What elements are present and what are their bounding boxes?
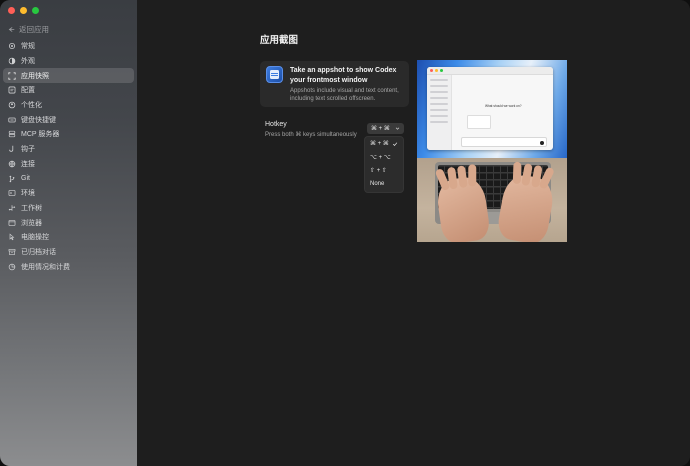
computer-control-icon (9, 233, 15, 241)
hotkey-option-label: ⌥ + ⌥ (370, 154, 391, 161)
sidebar-item-label: MCP 服务器 (21, 131, 60, 139)
sidebar-item-label: 常规 (21, 43, 35, 51)
sidebar-item-personalize[interactable]: 个性化 (3, 98, 134, 113)
gear-icon (8, 43, 16, 50)
sidebar-item-usage-billing[interactable]: 使用情况和计费 (3, 259, 134, 274)
zoom-window-button[interactable] (32, 7, 39, 14)
worktree-icon (8, 205, 16, 211)
settings-nav: 常规 外观 应用快照 配置 个性化 键盘快捷键 MCP 服务器 钩子 连接 Gi… (3, 39, 134, 274)
appshot-app-icon (266, 66, 283, 83)
sidebar-item-label: 使用情况和计费 (21, 263, 70, 271)
page-title: 应用截图 (260, 35, 299, 46)
hotkey-option-label: ⇧ + ⇧ (370, 168, 387, 175)
sidebar-item-keyboard-shortcuts[interactable]: 键盘快捷键 (3, 112, 134, 127)
window-controls (8, 7, 39, 14)
preview-app-window: What should we work on? (427, 67, 553, 150)
preview-keyboard-photo (417, 158, 567, 242)
hotkey-option-shift[interactable]: ⇧ + ⇧ (365, 164, 403, 178)
hotkey-dropdown-menu: ⌘ + ⌘ ⌥ + ⌥ ⇧ + ⇧ None (364, 136, 404, 193)
hotkey-option-option[interactable]: ⌥ + ⌥ (365, 151, 403, 165)
sidebar-item-general[interactable]: 常规 (3, 39, 134, 54)
sidebar-item-label: 工作树 (21, 204, 42, 212)
sidebar-item-mcp-servers[interactable]: MCP 服务器 (3, 127, 134, 142)
sidebar-item-config[interactable]: 配置 (3, 83, 134, 98)
hotkey-description: Press both ⌘ keys simultaneously (265, 132, 357, 138)
sidebar-item-computer-control[interactable]: 电脑操控 (3, 230, 134, 245)
archive-icon (8, 249, 16, 255)
appshot-card-title: Take an appshot to show Codex your front… (290, 67, 397, 84)
server-icon (8, 131, 16, 138)
globe-icon (8, 160, 16, 168)
preview-input-box (461, 137, 547, 147)
settings-window: 返回应用 常规 外观 应用快照 配置 个性化 键盘快捷键 MCP 服务器 钩子 … (0, 0, 690, 466)
hotkey-option-label: None (370, 181, 385, 188)
hotkey-selected-value: ⌘ + ⌘ (371, 126, 390, 132)
appshot-info-card: Take an appshot to show Codex your front… (260, 61, 409, 107)
personalize-icon (8, 101, 16, 109)
sidebar-item-browser[interactable]: 浏览器 (3, 215, 134, 230)
sidebar-item-label: 电脑操控 (21, 234, 49, 242)
appearance-icon (8, 57, 16, 65)
chevron-down-icon (395, 127, 400, 130)
appshot-icon (8, 72, 16, 80)
sidebar-item-appearance[interactable]: 外观 (3, 54, 134, 69)
appshot-preview-image: What should we work on? (417, 60, 567, 242)
sidebar-item-environment[interactable]: 环境 (3, 186, 134, 201)
browser-icon (8, 219, 16, 226)
arrow-left-icon (8, 27, 15, 32)
hotkey-label: Hotkey (265, 121, 287, 128)
sidebar-item-label: 应用快照 (21, 72, 49, 80)
sidebar-item-label: 环境 (21, 190, 35, 198)
sidebar-item-label: 外观 (21, 58, 35, 66)
preview-desktop: What should we work on? (417, 60, 567, 158)
settings-content: 应用截图 Take an appshot to show Codex your … (137, 0, 690, 466)
appshot-card-description: Appshots include visual and text content… (290, 88, 399, 102)
usage-billing-icon (8, 263, 16, 270)
hotkey-select[interactable]: ⌘ + ⌘ (367, 123, 404, 134)
environment-icon (8, 190, 16, 197)
preview-chat-thumbnail (467, 115, 491, 129)
minimize-window-button[interactable] (20, 7, 27, 14)
sidebar-item-appshot[interactable]: 应用快照 (3, 68, 134, 84)
sidebar-item-label: 已归档对话 (21, 248, 56, 256)
sidebar-item-worktree[interactable]: 工作树 (3, 201, 134, 216)
git-branch-icon (9, 175, 15, 182)
close-window-button[interactable] (8, 7, 15, 14)
sidebar: 返回应用 常规 外观 应用快照 配置 个性化 键盘快捷键 MCP 服务器 钩子 … (0, 0, 137, 466)
back-to-app-link[interactable]: 返回应用 (8, 24, 49, 35)
sidebar-item-label: 个性化 (21, 102, 42, 110)
hook-icon (9, 145, 14, 152)
sidebar-item-label: 浏览器 (21, 219, 42, 227)
sidebar-item-label: 连接 (21, 160, 35, 168)
hotkey-option-label: ⌘ + ⌘ (370, 141, 389, 148)
hotkey-option-cmd[interactable]: ⌘ + ⌘ (365, 137, 403, 151)
checkmark-icon (392, 142, 398, 146)
preview-heading: What should we work on? (485, 104, 522, 108)
sidebar-item-label: 键盘快捷键 (21, 116, 56, 124)
sidebar-item-hooks[interactable]: 钩子 (3, 142, 134, 157)
hotkey-option-none[interactable]: None (365, 178, 403, 192)
sidebar-item-label: 配置 (21, 87, 35, 95)
sidebar-item-connections[interactable]: 连接 (3, 157, 134, 172)
keyboard-icon (8, 117, 16, 123)
sidebar-item-git[interactable]: Git (3, 171, 134, 186)
sidebar-item-label: Git (21, 175, 30, 183)
sidebar-item-label: 钩子 (21, 146, 35, 154)
back-to-app-label: 返回应用 (19, 25, 49, 34)
sidebar-item-archived-chats[interactable]: 已归档对话 (3, 245, 134, 260)
config-icon (8, 86, 16, 94)
